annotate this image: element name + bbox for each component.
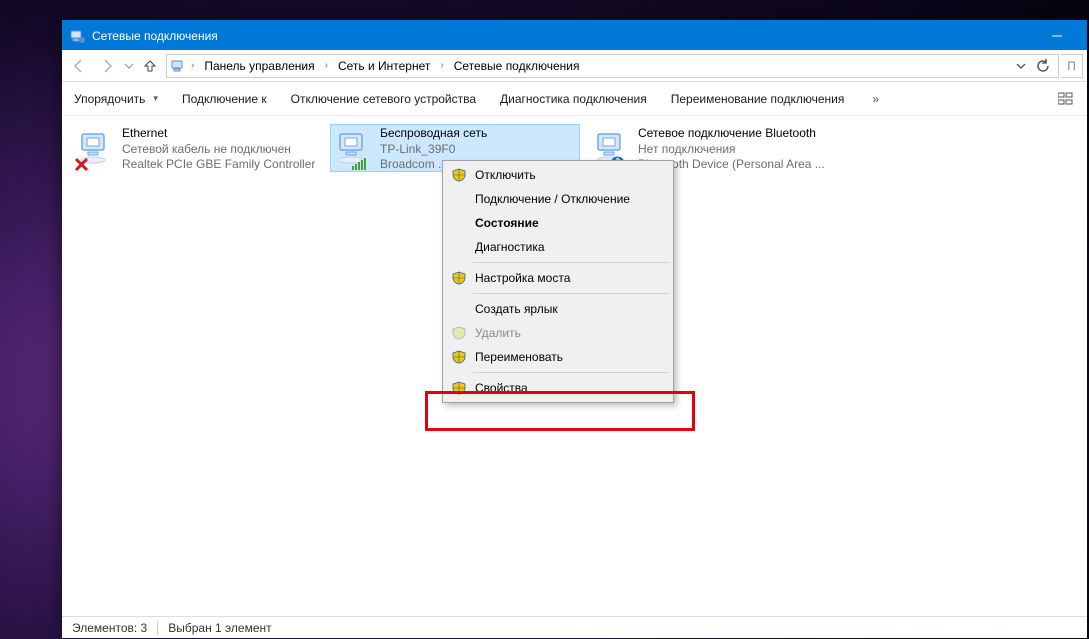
network-connections-icon xyxy=(70,28,86,44)
ctx-status[interactable]: Состояние xyxy=(445,211,671,235)
refresh-button[interactable] xyxy=(1032,55,1054,77)
ctx-connect-disconnect[interactable]: Подключение / Отключение xyxy=(445,187,671,211)
search-box[interactable]: П xyxy=(1061,54,1083,78)
ctx-separator xyxy=(473,293,669,294)
search-placeholder: П xyxy=(1067,59,1076,73)
toolbar-overflow-button[interactable]: » xyxy=(866,92,885,106)
separator xyxy=(157,621,158,635)
uac-shield-icon xyxy=(451,380,467,396)
organize-menu[interactable]: Упорядочить xyxy=(72,82,160,115)
network-adapter-icon xyxy=(76,126,116,170)
connection-status: Нет подключения xyxy=(638,142,834,158)
connection-device: Realtek PCIe GBE Family Controller xyxy=(122,157,318,173)
breadcrumb-item[interactable]: Сетевые подключения xyxy=(448,55,586,77)
ctx-label: Удалить xyxy=(475,326,521,340)
nav-bar: › Панель управления › Сеть и Интернет › … xyxy=(62,50,1087,82)
chevron-right-icon[interactable]: › xyxy=(323,60,330,71)
disable-device-button[interactable]: Отключение сетевого устройства xyxy=(289,82,478,115)
uac-shield-icon xyxy=(451,167,467,183)
address-bar[interactable]: › Панель управления › Сеть и Интернет › … xyxy=(166,54,1059,78)
chevron-right-icon[interactable]: › xyxy=(438,60,445,71)
ctx-separator xyxy=(473,262,669,263)
view-options-button[interactable] xyxy=(1055,88,1077,110)
disconnected-icon xyxy=(74,157,89,172)
ctx-separator xyxy=(473,372,669,373)
rename-connection-button[interactable]: Переименование подключения xyxy=(669,82,847,115)
ctx-label: Настройка моста xyxy=(475,271,570,285)
breadcrumb-item[interactable]: Панель управления xyxy=(198,55,320,77)
title-bar: Сетевые подключения xyxy=(62,21,1087,50)
uac-shield-icon xyxy=(451,349,467,365)
ctx-label: Отключить xyxy=(475,168,536,182)
connection-status: TP-Link_39F0 xyxy=(380,142,576,158)
signal-strength-icon xyxy=(352,158,366,170)
breadcrumb-item[interactable]: Сеть и Интернет xyxy=(332,55,436,77)
back-button[interactable] xyxy=(66,53,92,79)
ctx-delete: Удалить xyxy=(445,321,671,345)
connect-to-button[interactable]: Подключение к xyxy=(180,82,269,115)
window-title: Сетевые подключения xyxy=(92,29,1034,43)
content-area[interactable]: Ethernet Сетевой кабель не подключен Rea… xyxy=(62,116,1087,616)
ctx-label: Диагностика xyxy=(475,240,545,254)
ctx-bridge[interactable]: Настройка моста xyxy=(445,266,671,290)
connection-item-ethernet[interactable]: Ethernet Сетевой кабель не подключен Rea… xyxy=(72,124,322,172)
network-connections-icon xyxy=(171,58,187,74)
address-dropdown-button[interactable] xyxy=(1010,55,1032,77)
ctx-disable[interactable]: Отключить xyxy=(445,163,671,187)
recent-dropdown[interactable] xyxy=(122,53,136,79)
connection-name: Сетевое подключение Bluetooth xyxy=(638,126,834,142)
status-bar: Элементов: 3 Выбран 1 элемент xyxy=(62,616,1087,638)
connection-status: Сетевой кабель не подключен xyxy=(122,142,318,158)
ctx-diagnostics[interactable]: Диагностика xyxy=(445,235,671,259)
status-item-count: Элементов: 3 xyxy=(72,621,147,635)
ctx-properties[interactable]: Свойства xyxy=(445,376,671,400)
up-button[interactable] xyxy=(138,54,162,78)
ctx-rename[interactable]: Переименовать xyxy=(445,345,671,369)
ctx-label: Состояние xyxy=(475,216,539,230)
minimize-button[interactable] xyxy=(1034,21,1079,50)
network-adapter-icon xyxy=(334,126,374,170)
connection-name: Ethernet xyxy=(122,126,318,142)
status-selected-count: Выбран 1 элемент xyxy=(168,621,271,635)
ctx-label: Свойства xyxy=(475,381,528,395)
diagnose-button[interactable]: Диагностика подключения xyxy=(498,82,649,115)
ctx-label: Подключение / Отключение xyxy=(475,192,630,206)
context-menu: Отключить Подключение / Отключение Состо… xyxy=(442,160,674,403)
explorer-window: Сетевые подключения › Панель управления … xyxy=(62,20,1087,638)
chevron-right-icon[interactable]: › xyxy=(189,60,196,71)
forward-button[interactable] xyxy=(94,53,120,79)
uac-shield-icon xyxy=(451,270,467,286)
ctx-create-shortcut[interactable]: Создать ярлык xyxy=(445,297,671,321)
toolbar: Упорядочить Подключение к Отключение сет… xyxy=(62,82,1087,116)
ctx-label: Переименовать xyxy=(475,350,563,364)
connection-name: Беспроводная сеть xyxy=(380,126,576,142)
uac-shield-icon xyxy=(451,325,467,341)
ctx-label: Создать ярлык xyxy=(475,302,558,316)
